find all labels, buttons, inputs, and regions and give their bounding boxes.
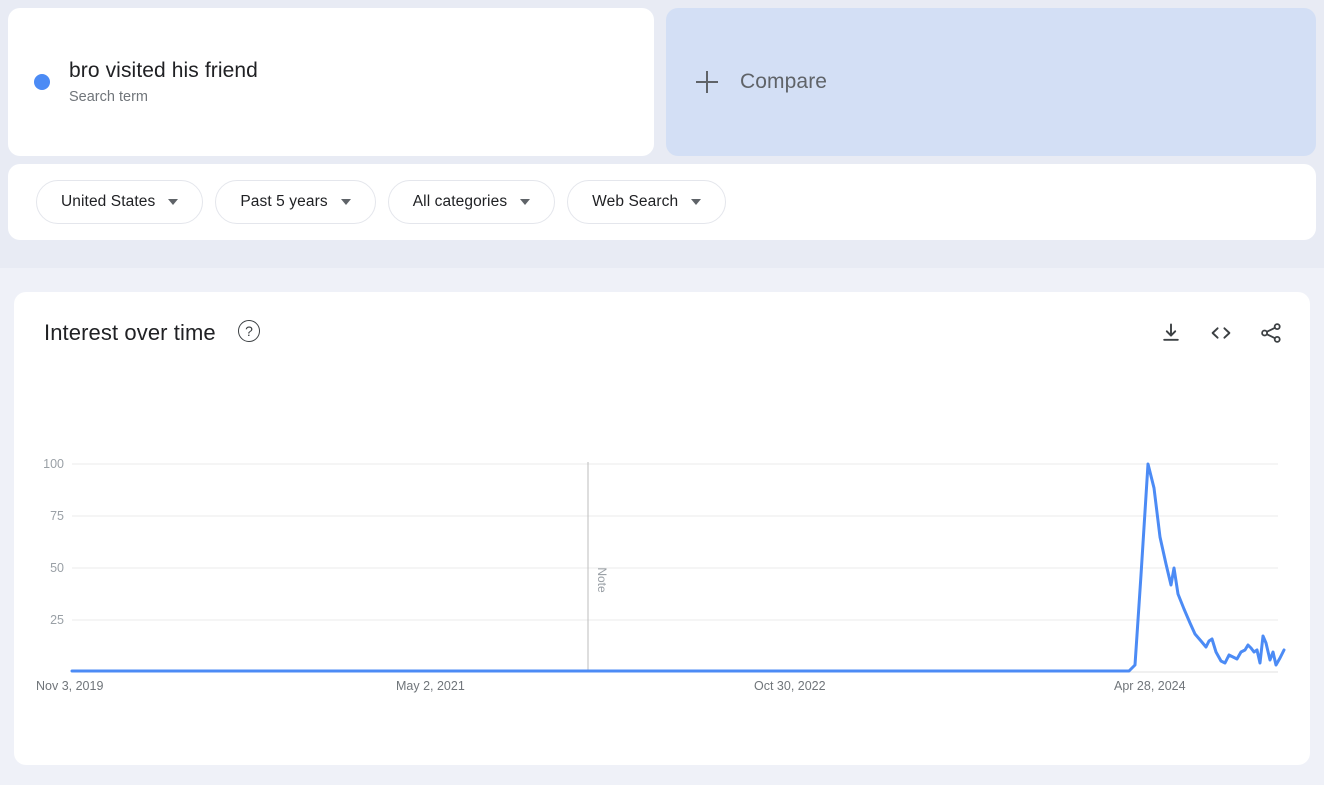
chart-note-annotation: Note	[587, 462, 609, 672]
chevron-down-icon	[520, 199, 531, 205]
legend-dot-icon	[34, 74, 50, 90]
filter-timerange-label: Past 5 years	[240, 193, 328, 210]
compare-label: Compare	[740, 70, 828, 93]
x-tick-label: May 2, 2021	[396, 679, 465, 693]
filter-location-label: United States	[61, 193, 156, 210]
chevron-down-icon	[340, 199, 351, 205]
search-term-row: bro visited his friend Search term Compa…	[8, 8, 1316, 156]
chevron-down-icon	[691, 199, 702, 205]
search-term-subtitle: Search term	[69, 89, 148, 105]
y-tick-label: 100	[43, 457, 64, 471]
chart-gridlines	[72, 463, 1278, 673]
filter-bar: United States Past 5 years All categorie…	[8, 164, 1316, 240]
chart-svg: 100 75 50 25 Note Nov 3, 2019 May 2, 202…	[36, 457, 1286, 693]
plus-icon	[696, 71, 718, 93]
x-tick-label: Apr 28, 2024	[1114, 679, 1186, 693]
y-tick-label: 50	[50, 561, 64, 575]
filter-location-dropdown[interactable]: United States	[36, 180, 204, 224]
chart-x-axis-labels: Nov 3, 2019 May 2, 2021 Oct 30, 2022 Apr…	[36, 679, 1186, 693]
filter-timerange-dropdown[interactable]: Past 5 years	[215, 180, 376, 224]
chevron-down-icon	[168, 199, 179, 205]
filter-category-label: All categories	[412, 193, 508, 210]
interest-over-time-chart[interactable]: 100 75 50 25 Note Nov 3, 2019 May 2, 202…	[14, 292, 1310, 765]
filter-searchtype-label: Web Search	[592, 193, 679, 210]
x-tick-label: Oct 30, 2022	[754, 679, 826, 693]
y-tick-label: 25	[50, 613, 64, 627]
search-term-title: bro visited his friend	[69, 59, 258, 82]
filter-category-dropdown[interactable]: All categories	[387, 180, 556, 224]
search-term-text: bro visited his friend Search term	[69, 58, 258, 106]
interest-over-time-card: Interest over time ? 100 75 50 25 Note N…	[14, 292, 1310, 765]
x-tick-label: Nov 3, 2019	[36, 679, 103, 693]
y-tick-label: 75	[50, 509, 64, 523]
compare-button[interactable]: Compare	[666, 8, 1316, 156]
google-trends-page: bro visited his friend Search term Compa…	[0, 0, 1324, 785]
note-annotation-label: Note	[595, 567, 609, 593]
search-term-card[interactable]: bro visited his friend Search term	[8, 8, 654, 156]
chart-y-axis-labels: 100 75 50 25	[43, 457, 64, 627]
filter-searchtype-dropdown[interactable]: Web Search	[567, 180, 727, 224]
